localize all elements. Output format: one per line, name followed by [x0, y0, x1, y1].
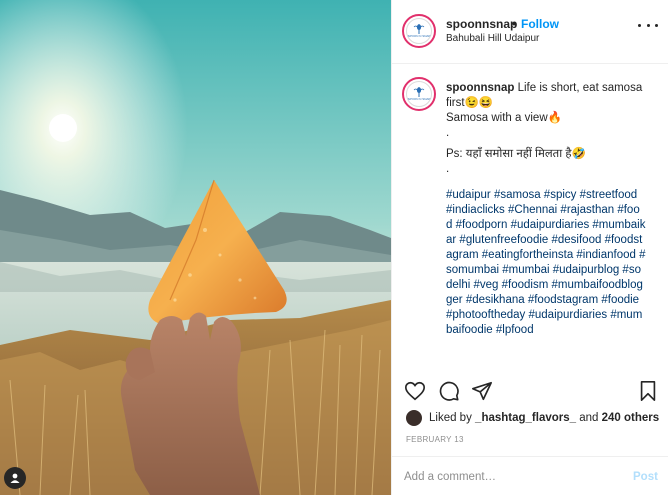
caption-line: Ps: यहाँ समोसा नहीं मिलता है🤣 — [446, 148, 586, 160]
post-comment-button[interactable]: Post — [633, 471, 658, 483]
likes-prefix: Liked by — [429, 412, 472, 424]
liker-avatar[interactable] — [406, 410, 422, 426]
comment-input[interactable] — [404, 468, 619, 486]
follow-button[interactable]: Follow — [521, 17, 559, 31]
more-options-icon[interactable] — [638, 18, 658, 32]
spoon-logo-icon — [413, 24, 425, 34]
post-date[interactable]: FEBRUARY 13 — [406, 435, 464, 444]
author-avatar[interactable]: SPOON N SNAP — [402, 14, 436, 48]
caption-hashtags[interactable]: #udaipur #samosa #spicy #streetfood #ind… — [446, 188, 646, 338]
spoon-logo-icon — [413, 87, 425, 97]
likes-connector: and — [579, 412, 599, 424]
heart-icon[interactable] — [404, 380, 426, 402]
share-icon[interactable] — [471, 380, 493, 402]
post-details-panel: SPOON N SNAP spoonnsnap • Follow Bahubal… — [391, 0, 668, 495]
caption-author-avatar[interactable]: SPOON N SNAP — [402, 77, 436, 111]
samosa-photo-image — [0, 0, 391, 495]
caption-text: spoonnsnap Life is short, eat samosa fir… — [446, 81, 646, 338]
post-photo[interactable] — [0, 0, 391, 495]
avatar-wordmark: SPOON N SNAP — [407, 34, 431, 38]
bookmark-icon[interactable] — [637, 380, 659, 402]
add-comment-bar: Post — [392, 456, 668, 495]
post-header: SPOON N SNAP spoonnsnap • Follow Bahubal… — [392, 0, 668, 64]
caption-username[interactable]: spoonnsnap — [446, 82, 514, 94]
user-tag-icon[interactable] — [4, 467, 26, 489]
post-location[interactable]: Bahubali Hill Udaipur — [446, 33, 539, 44]
caption-area: SPOON N SNAP spoonnsnap Life is short, e… — [392, 65, 668, 370]
liker-username[interactable]: _hashtag_flavors_ — [475, 412, 576, 424]
avatar-wordmark: SPOON N SNAP — [407, 97, 431, 101]
likes-summary: Liked by _hashtag_flavors_ and 240 other… — [406, 408, 666, 428]
caption-line: Samosa with a view🔥 — [446, 112, 562, 124]
caption-line: . — [446, 163, 450, 175]
header-separator: • — [512, 17, 517, 31]
post-actions — [392, 376, 668, 406]
caption-line: . — [446, 127, 450, 139]
comment-icon[interactable] — [438, 380, 460, 402]
likes-others-link[interactable]: 240 others — [602, 412, 660, 424]
author-username[interactable]: spoonnsnap — [446, 17, 517, 31]
